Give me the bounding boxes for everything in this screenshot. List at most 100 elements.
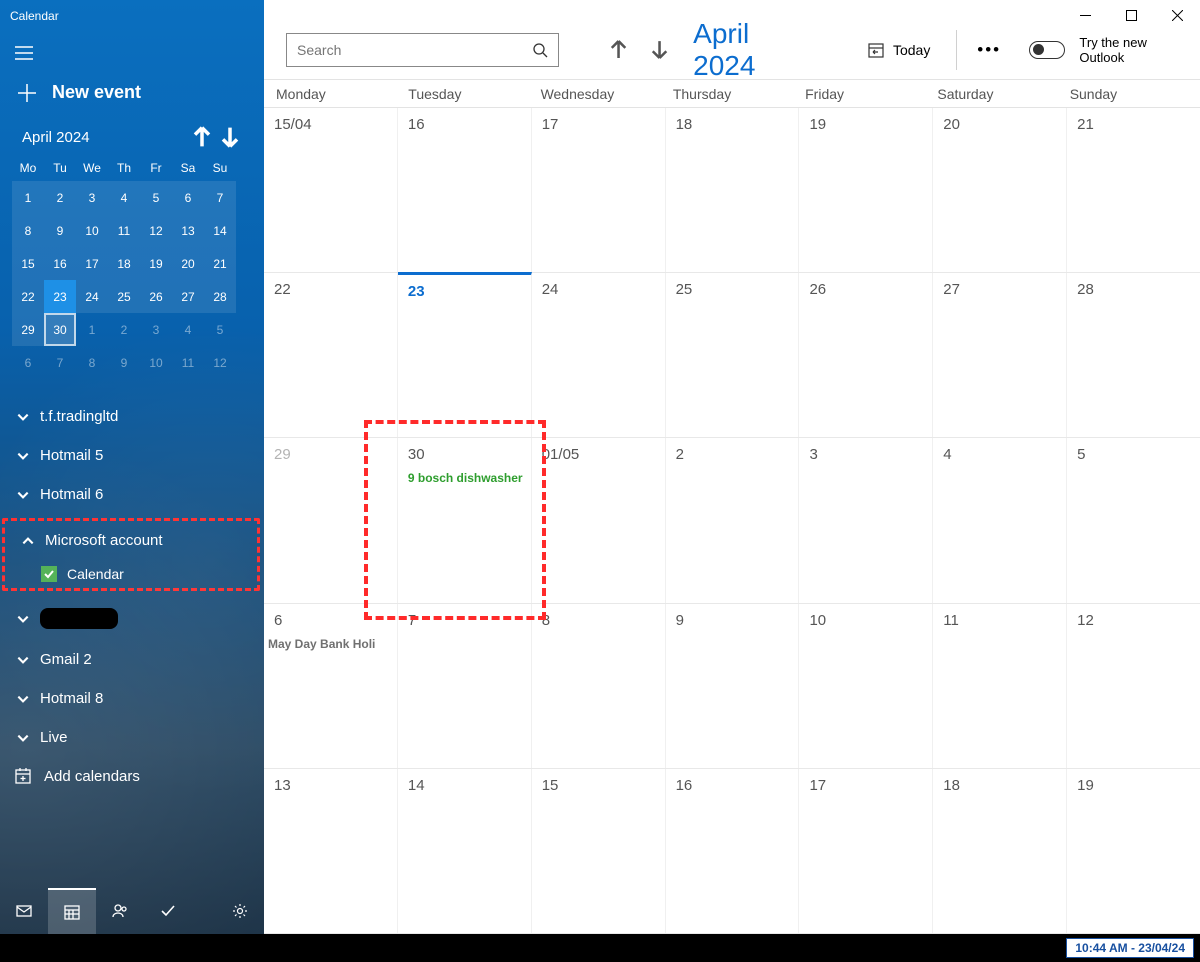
mini-cal-next[interactable]	[216, 123, 244, 151]
day-cell[interactable]: 11	[933, 604, 1067, 768]
mini-cal-day[interactable]: 29	[12, 313, 44, 346]
hamburger-button[interactable]	[0, 32, 48, 74]
day-cell[interactable]: 01/05	[532, 438, 666, 602]
day-cell[interactable]: 23	[398, 272, 532, 437]
account-tftrading[interactable]: t.f.tradingltd	[0, 397, 264, 436]
mini-cal-day[interactable]: 27	[172, 280, 204, 313]
day-cell[interactable]: 25	[666, 273, 800, 437]
mini-cal-prev[interactable]	[188, 123, 216, 151]
mini-cal-day[interactable]: 2	[108, 313, 140, 346]
mini-cal-day[interactable]: 14	[204, 214, 236, 247]
mini-cal-day[interactable]: 3	[140, 313, 172, 346]
day-cell[interactable]: 13	[264, 769, 398, 933]
try-outlook-toggle[interactable]	[1029, 41, 1065, 59]
mini-cal-day[interactable]: 20	[172, 247, 204, 280]
mini-cal-day[interactable]: 6	[12, 346, 44, 379]
account-microsoft[interactable]: Microsoft account	[5, 521, 257, 560]
day-cell[interactable]: 19	[1067, 769, 1200, 933]
mini-cal-day[interactable]: 10	[76, 214, 108, 247]
settings-button[interactable]	[216, 888, 264, 934]
mini-cal-day[interactable]: 8	[76, 346, 108, 379]
day-cell[interactable]: 20	[933, 108, 1067, 272]
day-cell[interactable]: 3	[799, 438, 933, 602]
mini-cal-day[interactable]: 21	[204, 247, 236, 280]
day-cell[interactable]: 6May Day Bank Holi	[264, 604, 398, 768]
day-cell[interactable]: 17	[532, 108, 666, 272]
mini-cal-day[interactable]: 23	[44, 280, 76, 313]
new-event-button[interactable]: New event	[0, 74, 264, 117]
day-cell[interactable]: 12	[1067, 604, 1200, 768]
day-cell[interactable]: 8	[532, 604, 666, 768]
mail-button[interactable]	[0, 888, 48, 934]
mini-cal-day[interactable]: 9	[44, 214, 76, 247]
mini-cal-day[interactable]: 4	[108, 181, 140, 214]
mini-cal-day[interactable]: 7	[204, 181, 236, 214]
mini-cal-day[interactable]: 22	[12, 280, 44, 313]
mini-cal-day[interactable]: 4	[172, 313, 204, 346]
day-cell[interactable]: 10	[799, 604, 933, 768]
people-button[interactable]	[96, 888, 144, 934]
mini-cal-day[interactable]: 11	[108, 214, 140, 247]
day-cell[interactable]: 2	[666, 438, 800, 602]
mini-cal-day[interactable]: 11	[172, 346, 204, 379]
day-cell[interactable]: 5	[1067, 438, 1200, 602]
event[interactable]: 9 bosch dishwasher	[408, 471, 525, 485]
mini-cal-day[interactable]: 1	[76, 313, 108, 346]
calendar-checkbox-row[interactable]: Calendar	[5, 560, 257, 588]
mini-cal-day[interactable]: 24	[76, 280, 108, 313]
day-cell[interactable]: 22	[264, 273, 398, 437]
event[interactable]: May Day Bank Holi	[268, 637, 391, 651]
account-hotmail6[interactable]: Hotmail 6	[0, 475, 264, 514]
day-cell[interactable]: 29	[264, 438, 398, 602]
mini-cal-day[interactable]: 16	[44, 247, 76, 280]
next-month-button[interactable]	[646, 35, 673, 65]
account-gmail2[interactable]: Gmail 2	[0, 640, 264, 679]
day-cell[interactable]: 14	[398, 769, 532, 933]
mini-cal-day[interactable]: 3	[76, 181, 108, 214]
minimize-button[interactable]	[1062, 0, 1108, 30]
day-cell[interactable]: 27	[933, 273, 1067, 437]
day-cell[interactable]: 19	[799, 108, 933, 272]
mini-cal-day[interactable]: 26	[140, 280, 172, 313]
day-cell[interactable]: 4	[933, 438, 1067, 602]
day-cell[interactable]: 26	[799, 273, 933, 437]
account-live[interactable]: Live	[0, 718, 264, 757]
mini-cal-day[interactable]: 2	[44, 181, 76, 214]
mini-cal-day[interactable]: 5	[204, 313, 236, 346]
mini-cal-day[interactable]: 17	[76, 247, 108, 280]
mini-cal-day[interactable]: 8	[12, 214, 44, 247]
mini-cal-day[interactable]: 28	[204, 280, 236, 313]
day-cell[interactable]: 28	[1067, 273, 1200, 437]
account-hotmail8[interactable]: Hotmail 8	[0, 679, 264, 718]
mini-cal-day[interactable]: 13	[172, 214, 204, 247]
account-redacted[interactable]: redacted	[0, 597, 264, 640]
calendar-button[interactable]	[48, 888, 96, 934]
mini-cal-day[interactable]: 19	[140, 247, 172, 280]
day-cell[interactable]: 9	[666, 604, 800, 768]
checkbox-checked[interactable]	[41, 566, 57, 582]
prev-month-button[interactable]	[605, 35, 632, 65]
day-cell[interactable]: 21	[1067, 108, 1200, 272]
search-box[interactable]	[286, 33, 559, 67]
mini-cal-day[interactable]: 12	[204, 346, 236, 379]
mini-cal-day[interactable]: 7	[44, 346, 76, 379]
day-cell[interactable]: 17	[799, 769, 933, 933]
day-cell[interactable]: 16	[666, 769, 800, 933]
more-button[interactable]: •••	[977, 40, 1001, 60]
todo-button[interactable]	[144, 888, 192, 934]
today-button[interactable]: Today	[861, 37, 936, 63]
mini-cal-day[interactable]: 9	[108, 346, 140, 379]
mini-cal-day[interactable]: 1	[12, 181, 44, 214]
mini-cal-day[interactable]: 30	[44, 313, 76, 346]
day-cell[interactable]: 15	[532, 769, 666, 933]
mini-cal-day[interactable]: 15	[12, 247, 44, 280]
search-input[interactable]	[297, 42, 532, 58]
day-cell[interactable]: 18	[666, 108, 800, 272]
mini-cal-day[interactable]: 6	[172, 181, 204, 214]
close-button[interactable]	[1154, 0, 1200, 30]
day-cell[interactable]: 7	[398, 604, 532, 768]
day-cell[interactable]: 24	[532, 273, 666, 437]
mini-cal-day[interactable]: 25	[108, 280, 140, 313]
mini-cal-day[interactable]: 10	[140, 346, 172, 379]
day-cell[interactable]: 18	[933, 769, 1067, 933]
